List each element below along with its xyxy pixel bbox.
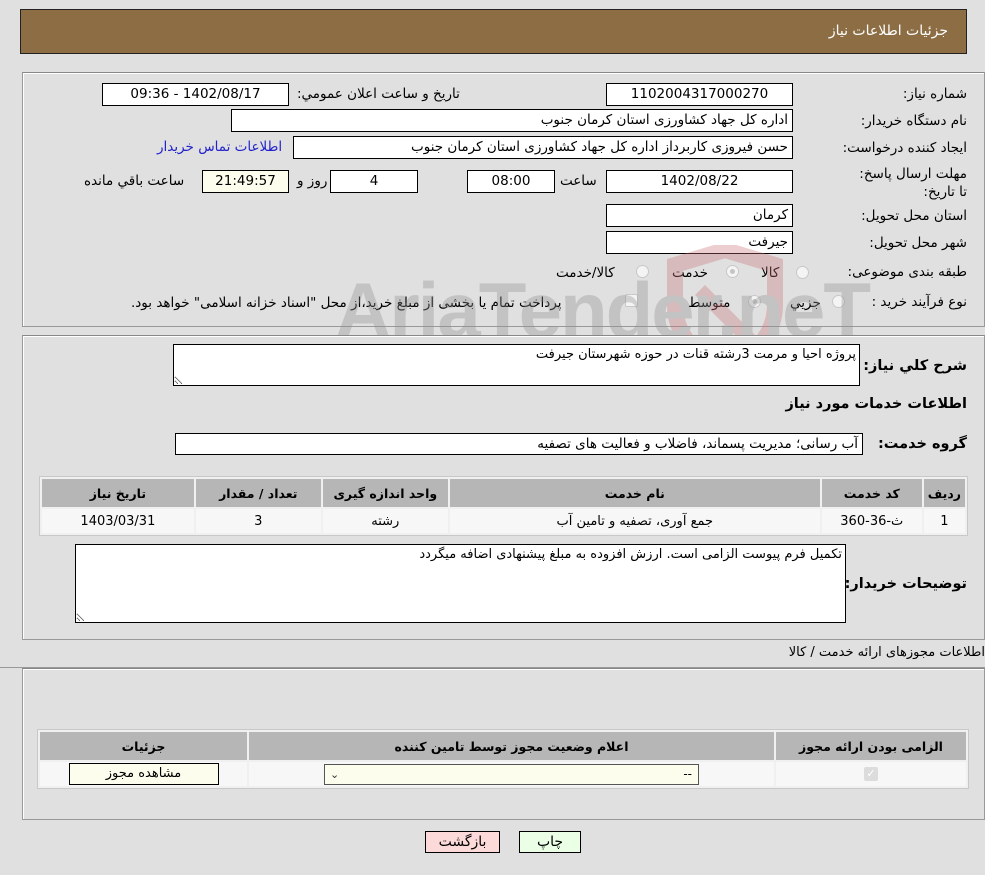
buyer-org-label: نام دستگاه خریدار:: [860, 113, 967, 129]
category-option-service: خدمت: [672, 265, 708, 281]
col-permit-status: اعلام وضعیت مجوز توسط تامین کننده: [249, 732, 774, 760]
cell-unit: رشته: [322, 509, 448, 533]
permits-section-title: اطلاعات مجوزهای ارائه خدمت / کالا: [788, 645, 985, 660]
category-option-goods-service: کالا/خدمت: [556, 265, 615, 281]
creator-label: ایجاد کننده درخواست:: [842, 140, 967, 156]
permit-required-checkbox: ✓: [864, 767, 878, 781]
print-button[interactable]: چاپ: [519, 831, 581, 853]
cell-permit-status: -- ⌄: [249, 762, 774, 786]
remaining-days-field[interactable]: 4: [330, 170, 418, 193]
permits-section-header: اطلاعات مجوزهای ارائه خدمت / کالا: [0, 642, 985, 668]
chevron-down-icon: ⌄: [330, 767, 340, 781]
col-permit-required: الزامی بودن ارائه مجوز: [776, 732, 966, 760]
services-table: ردیف کد خدمت نام خدمت واحد اندازه گیری ت…: [39, 476, 968, 536]
cell-row-number: 1: [923, 509, 965, 533]
col-unit: واحد اندازه گیری: [322, 479, 448, 507]
col-quantity: تعداد / مقدار: [195, 479, 321, 507]
buyer-notes-textarea[interactable]: [75, 544, 846, 623]
process-label: نوع فرآیند خرید :: [871, 294, 967, 310]
cell-need-date: 1403/03/31: [42, 509, 194, 533]
summary-textarea[interactable]: [173, 344, 860, 386]
services-section-title: اطلاعات خدمات مورد نیاز: [785, 396, 967, 412]
city-field[interactable]: جیرفت: [606, 231, 793, 254]
announce-date-label: تاریخ و ساعت اعلان عمومي:: [297, 86, 460, 102]
process-radio-minor[interactable]: [832, 295, 845, 308]
need-number-label: شماره نیاز:: [902, 86, 967, 102]
page-title: جزئیات اطلاعات نیاز: [828, 23, 948, 39]
category-label: طبقه بندی موضوعی:: [847, 264, 967, 280]
process-radio-medium[interactable]: [748, 295, 761, 308]
cell-quantity: 3: [195, 509, 321, 533]
cell-service-name: جمع آوری، تصفیه و تامین آب: [449, 509, 820, 533]
category-option-goods: کالا: [761, 265, 780, 281]
province-label: استان محل تحویل:: [861, 208, 967, 224]
remaining-time-field[interactable]: 21:49:57: [202, 170, 289, 193]
creator-field[interactable]: حسن فیروزی کاربرداز اداره کل جهاد کشاورز…: [293, 136, 793, 159]
col-service-name: نام خدمت: [449, 479, 820, 507]
deadline-label: مهلت ارسال پاسخ: تا تاریخ:: [859, 166, 967, 200]
service-group-label: گروه خدمت:: [877, 436, 967, 452]
permit-status-value: --: [683, 766, 692, 781]
cell-service-code: ث-36-360: [821, 509, 922, 533]
permit-status-select[interactable]: -- ⌄: [324, 763, 699, 785]
back-button[interactable]: بازگشت: [425, 831, 500, 853]
buyer-notes-label: توضیحات خریدار:: [844, 576, 967, 592]
table-row: 1 ث-36-360 جمع آوری، تصفیه و تامین آب رش…: [42, 509, 965, 533]
buyer-org-field[interactable]: اداره کل جهاد کشاورزی استان کرمان جنوب: [231, 109, 793, 132]
process-option-medium: متوسط: [688, 295, 731, 311]
col-need-date: تاریخ نیاز: [42, 479, 194, 507]
category-radio-service[interactable]: [726, 265, 739, 278]
days-label: روز و: [297, 173, 328, 189]
col-service-code: کد خدمت: [821, 479, 922, 507]
need-number-field[interactable]: 1102004317000270: [606, 83, 793, 106]
buyer-contact-link[interactable]: اطلاعات تماس خریدار: [157, 139, 282, 155]
treasury-checkbox[interactable]: [625, 294, 638, 307]
announce-date-field[interactable]: 1402/08/17 - 09:36: [102, 83, 289, 106]
table-row: ✓ -- ⌄ مشاهده مجوز: [40, 762, 966, 786]
process-option-minor: جزيي: [790, 295, 821, 311]
cell-permit-details: مشاهده مجوز: [40, 762, 247, 786]
treasury-note: پرداخت تمام یا بخشی از مبلغ خرید،از محل …: [131, 295, 562, 311]
col-permit-details: جزئیات: [40, 732, 247, 760]
province-field[interactable]: کرمان: [606, 204, 793, 227]
category-radio-goods-service[interactable]: [636, 265, 649, 278]
city-label: شهر محل تحویل:: [869, 235, 967, 251]
deadline-date-field[interactable]: 1402/08/22: [606, 170, 793, 193]
remaining-time-label: ساعت باقي مانده: [84, 173, 185, 189]
permits-table: الزامی بودن ارائه مجوز اعلام وضعیت مجوز …: [37, 729, 969, 789]
col-row-number: ردیف: [923, 479, 965, 507]
deadline-time-label: ساعت: [560, 173, 597, 189]
page-title-bar: جزئیات اطلاعات نیاز: [20, 9, 967, 54]
deadline-time-field[interactable]: 08:00: [467, 170, 555, 193]
services-table-header: ردیف کد خدمت نام خدمت واحد اندازه گیری ت…: [42, 479, 965, 507]
view-permit-button[interactable]: مشاهده مجوز: [68, 763, 219, 785]
summary-label: شرح کلي نیاز:: [863, 358, 967, 374]
cell-permit-required: ✓: [776, 762, 966, 786]
category-radio-goods[interactable]: [796, 266, 809, 279]
permits-table-header: الزامی بودن ارائه مجوز اعلام وضعیت مجوز …: [40, 732, 966, 760]
service-group-field[interactable]: آب رسانی؛ مدیریت پسماند، فاضلاب و فعالیت…: [175, 433, 863, 455]
